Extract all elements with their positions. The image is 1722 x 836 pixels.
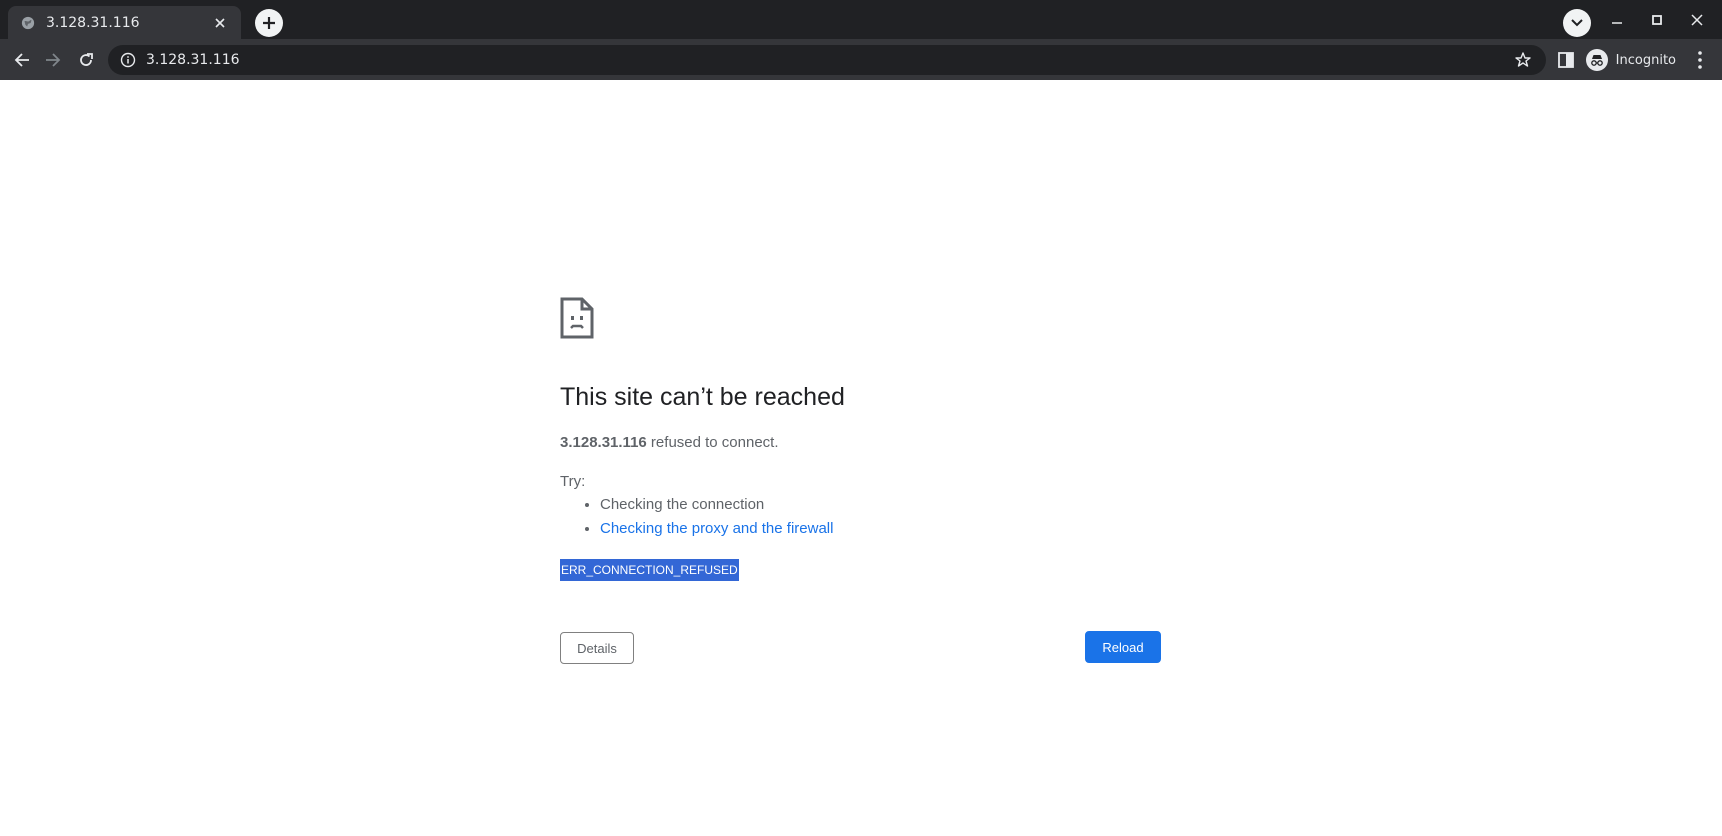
- minimize-icon: [1612, 22, 1622, 24]
- tab-title: 3.128.31.116: [46, 14, 140, 31]
- tab-search-button[interactable]: [1563, 9, 1591, 37]
- close-icon: [1691, 14, 1703, 26]
- star-icon[interactable]: [1514, 51, 1532, 69]
- suggestions-list: Checking the connection Checking the pro…: [560, 493, 833, 541]
- proxy-firewall-link[interactable]: Checking the proxy and the firewall: [600, 520, 833, 537]
- arrow-right-icon: [46, 53, 61, 67]
- plus-icon: [263, 17, 275, 29]
- error-title: This site can’t be reached: [560, 383, 845, 411]
- error-code: ERR_CONNECTION_REFUSED: [560, 559, 739, 581]
- maximize-button[interactable]: [1643, 9, 1671, 31]
- suggestion-item: Checking the connection: [600, 493, 833, 517]
- error-message: 3.128.31.116 refused to connect.: [560, 434, 779, 451]
- browser-window: 3.128.31.116 3.128.31.116 Incognito This…: [0, 0, 1722, 836]
- minimize-button[interactable]: [1603, 9, 1631, 31]
- profile-button[interactable]: Incognito: [1586, 45, 1676, 75]
- arrow-left-icon: [14, 53, 29, 67]
- reload-page-button[interactable]: Reload: [1085, 631, 1161, 663]
- info-icon[interactable]: [120, 52, 136, 68]
- toolbar: 3.128.31.116 Incognito: [0, 39, 1722, 80]
- url-text[interactable]: 3.128.31.116: [146, 52, 1514, 68]
- reload-icon: [80, 53, 93, 66]
- error-host: 3.128.31.116: [560, 434, 647, 451]
- globe-icon: [21, 16, 35, 29]
- address-bar[interactable]: 3.128.31.116: [108, 45, 1546, 75]
- tab-strip: 3.128.31.116: [0, 0, 1722, 39]
- maximize-icon: [1652, 15, 1662, 25]
- close-window-button[interactable]: [1683, 9, 1711, 31]
- active-tab[interactable]: 3.128.31.116: [8, 6, 241, 39]
- sad-page-icon: [560, 297, 594, 339]
- suggestion-item: Checking the proxy and the firewall: [600, 517, 833, 541]
- new-tab-button[interactable]: [255, 9, 283, 37]
- side-panel-icon[interactable]: [1556, 50, 1576, 70]
- back-button[interactable]: [8, 46, 36, 74]
- close-tab-icon[interactable]: [211, 14, 229, 32]
- incognito-icon: [1586, 49, 1608, 71]
- chevron-down-icon: [1571, 19, 1583, 27]
- error-message-suffix: refused to connect.: [646, 434, 779, 451]
- page-content: This site can’t be reached 3.128.31.116 …: [0, 80, 1722, 836]
- profile-label: Incognito: [1615, 52, 1676, 68]
- forward-button[interactable]: [39, 46, 67, 74]
- kebab-menu-icon[interactable]: [1690, 48, 1710, 72]
- suggestion-text: Checking the connection: [600, 496, 765, 513]
- details-button[interactable]: Details: [560, 632, 634, 664]
- try-label: Try:: [560, 473, 586, 490]
- reload-button[interactable]: [72, 46, 100, 74]
